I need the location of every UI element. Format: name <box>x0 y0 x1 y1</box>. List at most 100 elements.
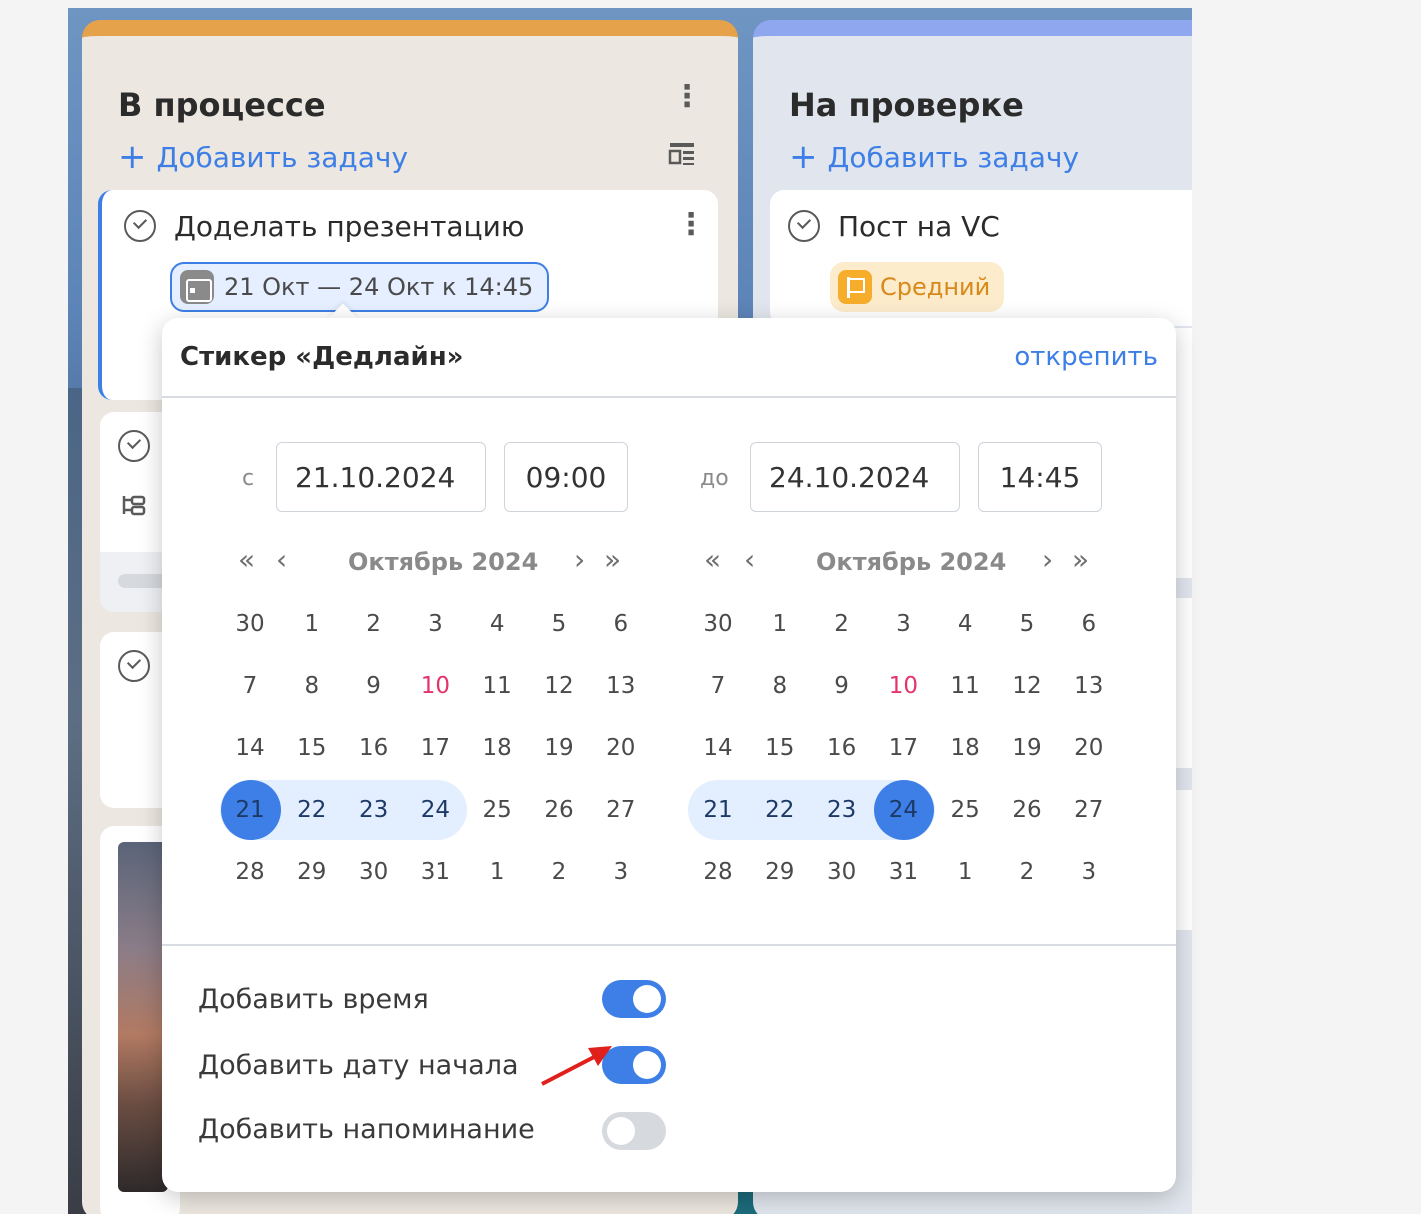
calendar-day[interactable]: 1 <box>282 604 342 644</box>
prev-month-button[interactable]: ‹ <box>276 546 287 574</box>
divider <box>162 396 1176 398</box>
calendar-day[interactable]: 25 <box>935 790 995 830</box>
toggle-add-time[interactable] <box>602 980 666 1018</box>
calendar-day[interactable]: 30 <box>344 852 404 892</box>
column-title: В процессе <box>118 86 326 124</box>
calendar-day[interactable]: 27 <box>591 790 651 830</box>
next-month-button[interactable]: › <box>1042 546 1053 574</box>
calendar-day[interactable]: 17 <box>873 728 933 768</box>
calendar-day[interactable]: 30 <box>688 604 748 644</box>
calendar-day[interactable]: 3 <box>405 604 465 644</box>
calendar-day[interactable]: 24 <box>873 790 933 830</box>
calendar-day[interactable]: 15 <box>282 728 342 768</box>
toggle-add-reminder[interactable] <box>602 1112 666 1150</box>
calendar-day[interactable]: 2 <box>812 604 872 644</box>
column-menu-icon[interactable]: ⋮ <box>672 82 702 112</box>
complete-check-icon[interactable] <box>118 430 150 462</box>
calendar-day[interactable]: 18 <box>467 728 527 768</box>
calendar-day[interactable]: 8 <box>750 666 810 706</box>
complete-check-icon[interactable] <box>788 210 820 242</box>
end-date-input[interactable]: 24.10.2024 <box>750 442 960 512</box>
calendar-day[interactable]: 1 <box>935 852 995 892</box>
calendar-day[interactable]: 31 <box>873 852 933 892</box>
calendar-day[interactable]: 13 <box>591 666 651 706</box>
calendar-day[interactable]: 6 <box>591 604 651 644</box>
calendar-day[interactable]: 20 <box>591 728 651 768</box>
calendar-day[interactable]: 7 <box>220 666 280 706</box>
calendar-day[interactable]: 26 <box>529 790 589 830</box>
calendar-day[interactable]: 19 <box>529 728 589 768</box>
calendar-day[interactable]: 12 <box>997 666 1057 706</box>
calendar-day[interactable]: 23 <box>812 790 872 830</box>
priority-sticker[interactable]: Средний <box>830 262 1005 312</box>
calendar-day[interactable]: 29 <box>282 852 342 892</box>
add-task-button[interactable]: + Добавить задачу <box>789 140 1079 174</box>
calendar-day[interactable]: 21 <box>688 790 748 830</box>
calendar-day[interactable]: 8 <box>282 666 342 706</box>
calendar-day[interactable]: 24 <box>405 790 465 830</box>
calendar-day[interactable]: 28 <box>220 852 280 892</box>
column-view-icon[interactable] <box>668 140 696 168</box>
calendar-day[interactable]: 5 <box>997 604 1057 644</box>
calendar-day[interactable]: 21 <box>220 790 280 830</box>
calendar-day[interactable]: 25 <box>467 790 527 830</box>
calendar-day[interactable]: 11 <box>467 666 527 706</box>
calendar-day[interactable]: 27 <box>1059 790 1119 830</box>
calendar-day[interactable]: 30 <box>220 604 280 644</box>
calendar-day[interactable]: 31 <box>405 852 465 892</box>
next-month-button[interactable]: › <box>574 546 585 574</box>
calendar-day[interactable]: 22 <box>282 790 342 830</box>
end-time-input[interactable]: 14:45 <box>978 442 1102 512</box>
complete-check-icon[interactable] <box>118 650 150 682</box>
calendar-day[interactable]: 7 <box>688 666 748 706</box>
unpin-link[interactable]: открепить <box>1014 342 1158 372</box>
deadline-sticker[interactable]: 21 Окт — 24 Окт к 14:45 <box>170 262 550 312</box>
prev-year-button[interactable]: « <box>704 546 721 574</box>
calendar-day[interactable]: 26 <box>997 790 1057 830</box>
calendar-day[interactable]: 22 <box>750 790 810 830</box>
calendar-day[interactable]: 16 <box>344 728 404 768</box>
calendar-day[interactable]: 12 <box>529 666 589 706</box>
add-task-button[interactable]: + Добавить задачу <box>118 140 408 174</box>
task-card-vc-post[interactable]: Пост на VC Средний <box>770 190 1192 326</box>
calendar-day[interactable]: 11 <box>935 666 995 706</box>
calendar-day[interactable]: 9 <box>812 666 872 706</box>
calendar-day[interactable]: 2 <box>529 852 589 892</box>
calendar-day[interactable]: 16 <box>812 728 872 768</box>
calendar-day[interactable]: 4 <box>935 604 995 644</box>
prev-month-button[interactable]: ‹ <box>744 546 755 574</box>
calendar-day[interactable]: 3 <box>591 852 651 892</box>
calendar-day[interactable]: 14 <box>220 728 280 768</box>
calendar-day[interactable]: 19 <box>997 728 1057 768</box>
calendar-day[interactable]: 20 <box>1059 728 1119 768</box>
calendar-day[interactable]: 1 <box>467 852 527 892</box>
deadline-sticker-popover: Стикер «Дедлайн» открепить с 21.10.2024 … <box>162 318 1176 1192</box>
prev-year-button[interactable]: « <box>238 546 255 574</box>
calendar-day[interactable]: 9 <box>344 666 404 706</box>
calendar-day[interactable]: 6 <box>1059 604 1119 644</box>
calendar-day[interactable]: 13 <box>1059 666 1119 706</box>
calendar-day[interactable]: 2 <box>997 852 1057 892</box>
calendar-day[interactable]: 30 <box>812 852 872 892</box>
calendar-day[interactable]: 14 <box>688 728 748 768</box>
start-time-input[interactable]: 09:00 <box>504 442 628 512</box>
calendar-day[interactable]: 2 <box>344 604 404 644</box>
calendar-day[interactable]: 23 <box>344 790 404 830</box>
calendar-day[interactable]: 4 <box>467 604 527 644</box>
calendar-day[interactable]: 5 <box>529 604 589 644</box>
next-year-button[interactable]: » <box>604 546 621 574</box>
calendar-day[interactable]: 10 <box>405 666 465 706</box>
complete-check-icon[interactable] <box>124 210 156 242</box>
calendar-day[interactable]: 17 <box>405 728 465 768</box>
calendar-day[interactable]: 3 <box>1059 852 1119 892</box>
next-year-button[interactable]: » <box>1072 546 1089 574</box>
calendar-day[interactable]: 29 <box>750 852 810 892</box>
calendar-day[interactable]: 15 <box>750 728 810 768</box>
calendar-day[interactable]: 28 <box>688 852 748 892</box>
calendar-day[interactable]: 10 <box>873 666 933 706</box>
calendar-day[interactable]: 1 <box>750 604 810 644</box>
calendar-day[interactable]: 18 <box>935 728 995 768</box>
calendar-day[interactable]: 3 <box>873 604 933 644</box>
start-date-input[interactable]: 21.10.2024 <box>276 442 486 512</box>
card-menu-icon[interactable]: ⋮ <box>676 210 706 240</box>
